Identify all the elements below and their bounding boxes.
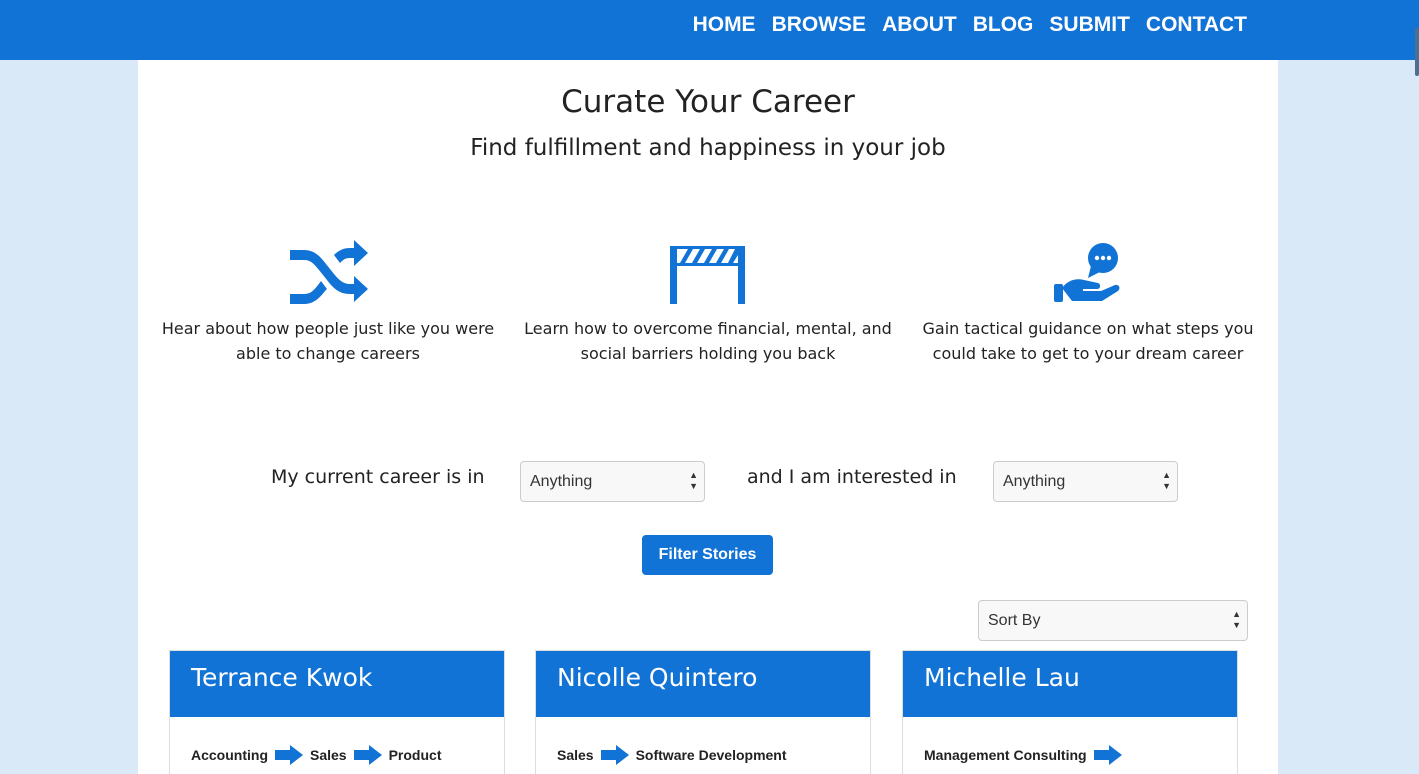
hand-chat-icon [1054,243,1120,302]
nav-home-link[interactable]: HOME [685,12,764,38]
story-card[interactable]: Michelle Lau Management Consulting [902,650,1238,774]
feature-change-careers: Hear about how people just like you were… [138,236,518,366]
career-path: Accounting Sales Product [191,745,441,765]
career-step: Software Development [635,747,787,763]
shuffle-icon [290,240,368,304]
page-title: Curate Your Career [561,84,855,120]
story-card[interactable]: Nicolle Quintero Sales Software Developm… [535,650,871,774]
feature-text: Learn how to overcome financial, mental,… [524,319,892,363]
select-arrows-icon: ▲ ▼ [689,470,698,491]
nav-browse-link[interactable]: BROWSE [764,12,875,38]
sort-by-value: Sort By [988,612,1041,629]
career-step: Management Consulting [924,747,1087,763]
nav-submit-link[interactable]: SUBMIT [1041,12,1138,38]
interested-career-label: and I am interested in [747,466,957,488]
feature-text: Hear about how people just like you were… [161,319,495,363]
sort-by-select[interactable]: Sort By ▲ ▼ [978,600,1248,641]
career-path: Sales Software Development [557,745,787,765]
story-card[interactable]: Terrance Kwok Accounting Sales Product [169,650,505,774]
interested-career-select[interactable]: Anything ▲ ▼ [993,461,1178,502]
arrow-right-icon [353,745,382,765]
filter-stories-button[interactable]: Filter Stories [642,535,773,575]
nav-blog-link[interactable]: BLOG [965,12,1042,38]
story-name: Michelle Lau [903,651,1237,717]
story-name: Nicolle Quintero [536,651,870,717]
top-navbar: HOME BROWSE ABOUT BLOG SUBMIT CONTACT [0,0,1419,60]
career-step: Product [388,747,442,763]
career-step: Accounting [191,747,268,763]
scrollbar-thumb[interactable] [1415,28,1419,76]
career-path: Management Consulting [924,745,1129,765]
main-nav: HOME BROWSE ABOUT BLOG SUBMIT CONTACT [685,12,1255,38]
arrow-right-icon [1093,745,1122,765]
barrier-icon [670,246,745,304]
current-career-label: My current career is in [271,466,485,488]
career-step: Sales [557,747,594,763]
select-arrows-icon: ▲ ▼ [1232,609,1241,630]
nav-contact-link[interactable]: CONTACT [1138,12,1255,38]
interested-career-value: Anything [1003,473,1066,490]
career-step: Sales [310,747,347,763]
select-arrows-icon: ▲ ▼ [1162,470,1171,491]
story-name: Terrance Kwok [170,651,504,717]
arrow-right-icon [275,745,303,765]
current-career-select[interactable]: Anything ▲ ▼ [520,461,705,502]
nav-about-link[interactable]: ABOUT [874,12,965,38]
feature-tactical-guidance: Gain tactical guidance on what steps you… [898,236,1278,366]
current-career-value: Anything [530,473,593,490]
feature-text: Gain tactical guidance on what steps you… [922,319,1254,363]
feature-overcome-barriers: Learn how to overcome financial, mental,… [518,236,898,366]
main-content: Curate Your Career Find fulfillment and … [138,60,1278,774]
arrow-right-icon [600,745,629,765]
page-subtitle: Find fulfillment and happiness in your j… [470,135,946,161]
